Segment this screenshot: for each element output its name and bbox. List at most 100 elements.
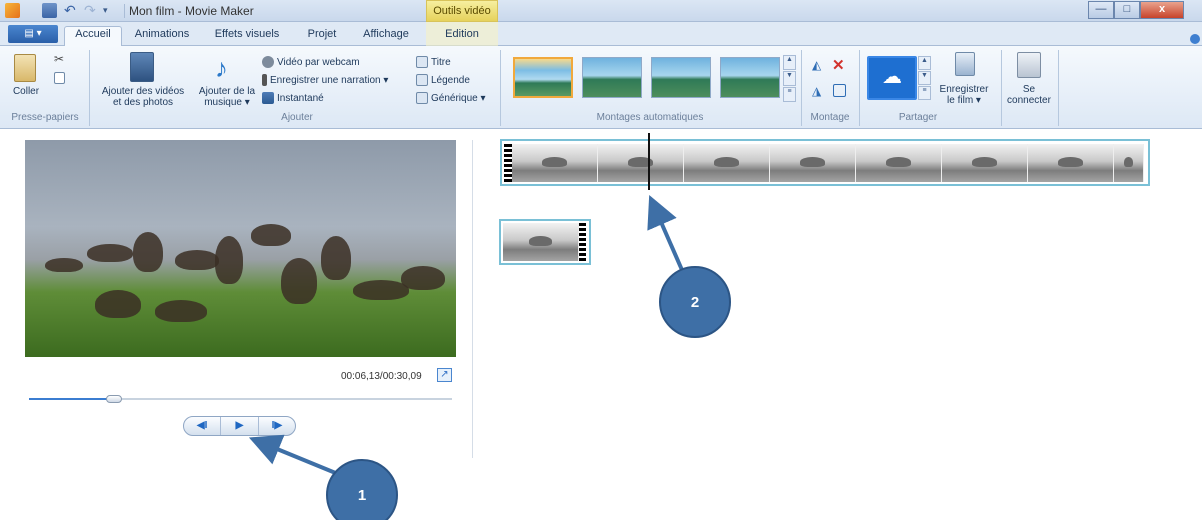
webcam-icon bbox=[262, 56, 274, 68]
maximize-button[interactable]: □ bbox=[1114, 1, 1140, 19]
paste-button[interactable]: Coller bbox=[8, 86, 44, 97]
save-movie-label-line1: Enregistrer bbox=[939, 84, 989, 95]
add-videos-label-line2: et des photos bbox=[112, 97, 174, 108]
play-button[interactable]: ▶ bbox=[221, 417, 259, 435]
pane-divider[interactable] bbox=[472, 140, 473, 458]
save-movie-button[interactable]: Enregistrer le film ▾ bbox=[932, 84, 996, 106]
fullscreen-icon[interactable]: ↗ bbox=[437, 368, 452, 382]
callout-1: 1 bbox=[326, 459, 398, 520]
add-videos-icon[interactable] bbox=[130, 52, 154, 82]
gallery-scroll-down-icon[interactable]: ▼ bbox=[783, 71, 796, 86]
group-separator bbox=[1001, 50, 1002, 126]
storyboard-clip[interactable] bbox=[499, 219, 591, 265]
record-narration-button[interactable]: Enregistrer une narration ▾ bbox=[262, 74, 388, 86]
webcam-video-button[interactable]: Vidéo par webcam bbox=[262, 56, 360, 68]
sign-in-button[interactable]: Se connecter bbox=[1006, 84, 1052, 106]
paste-icon[interactable] bbox=[14, 54, 36, 82]
share-more-icon[interactable]: ≡ bbox=[918, 86, 931, 100]
bird-shape bbox=[133, 232, 163, 272]
credits-button[interactable]: Générique ▾ bbox=[416, 92, 486, 104]
undo-icon[interactable]: ↶ bbox=[64, 3, 79, 18]
storyboard-clip[interactable] bbox=[500, 139, 1150, 186]
clip-frame bbox=[1028, 144, 1114, 182]
next-frame-button[interactable]: I▶ bbox=[259, 417, 295, 435]
tab-effets-visuels[interactable]: Effets visuels bbox=[206, 27, 288, 46]
movie-maker-app-icon[interactable] bbox=[5, 3, 20, 18]
film-sprocket bbox=[504, 144, 512, 182]
add-music-button[interactable]: Ajouter de la musique ▾ bbox=[198, 86, 256, 108]
automovie-theme-4[interactable] bbox=[720, 57, 780, 98]
select-all-icon[interactable] bbox=[833, 84, 846, 97]
save-icon[interactable] bbox=[42, 3, 57, 18]
bird-shape bbox=[175, 250, 219, 270]
playhead[interactable] bbox=[648, 133, 650, 190]
group-separator bbox=[500, 50, 501, 126]
tab-accueil[interactable]: Accueil bbox=[64, 26, 122, 47]
automovie-theme-3[interactable] bbox=[651, 57, 711, 98]
group-label-automovie: Montages automatiques bbox=[596, 112, 704, 123]
clip-frame bbox=[770, 144, 856, 182]
save-movie-label-line2: le film ▾ bbox=[947, 95, 981, 106]
gallery-more-icon[interactable]: ≡ bbox=[783, 87, 796, 102]
bird-shape bbox=[251, 224, 291, 246]
share-scroll-up-icon[interactable]: ▲ bbox=[918, 56, 931, 70]
save-movie-icon[interactable] bbox=[955, 52, 975, 76]
music-note-icon[interactable]: ♪ bbox=[215, 54, 233, 82]
copy-icon[interactable] bbox=[54, 72, 65, 84]
bird-shape bbox=[215, 236, 243, 284]
group-separator bbox=[859, 50, 860, 126]
redo-icon[interactable]: ↷ bbox=[84, 3, 99, 18]
rotate-left-icon[interactable]: ◭ bbox=[812, 58, 826, 72]
minimize-button[interactable]: — bbox=[1088, 1, 1114, 19]
share-scroll-down-icon[interactable]: ▼ bbox=[918, 71, 931, 85]
window-title: Mon film - Movie Maker bbox=[124, 4, 254, 18]
group-label-editing: Montage bbox=[810, 112, 850, 123]
previous-frame-button[interactable]: ◀I bbox=[184, 417, 222, 435]
bird-shape bbox=[95, 290, 141, 318]
tab-affichage[interactable]: Affichage bbox=[354, 27, 418, 46]
movie-maker-window: ↶ ↷ ▾ Mon film - Movie Maker Outils vidé… bbox=[0, 0, 1202, 520]
gallery-scroll-up-icon[interactable]: ▲ bbox=[783, 55, 796, 70]
automovie-theme-1[interactable] bbox=[513, 57, 573, 98]
bird-shape bbox=[281, 258, 317, 304]
remove-icon[interactable]: ✕ bbox=[832, 56, 846, 74]
title-icon bbox=[416, 56, 428, 68]
clip-frame bbox=[512, 144, 598, 182]
seek-slider[interactable] bbox=[29, 398, 452, 400]
timecode: 00:06,13/00:30,09 bbox=[341, 371, 422, 382]
cut-icon[interactable]: ✂ bbox=[54, 52, 66, 66]
caption-label: Légende bbox=[431, 74, 470, 86]
clip-frame bbox=[503, 223, 579, 261]
credits-label: Générique ▾ bbox=[431, 92, 486, 104]
help-icon[interactable] bbox=[1190, 34, 1200, 44]
add-videos-photos-button[interactable]: Ajouter des vidéos et des photos bbox=[94, 86, 192, 108]
microphone-icon bbox=[262, 74, 267, 86]
bird-shape bbox=[401, 266, 445, 290]
rotate-right-icon[interactable]: ◮ bbox=[812, 84, 826, 98]
tab-animations[interactable]: Animations bbox=[128, 27, 196, 46]
automovie-theme-2[interactable] bbox=[582, 57, 642, 98]
narration-label: Enregistrer une narration ▾ bbox=[270, 74, 389, 86]
group-label-add: Ajouter bbox=[281, 112, 313, 123]
bird-shape bbox=[155, 300, 207, 322]
seek-slider-thumb[interactable] bbox=[105, 395, 122, 403]
sign-in-label-line2: connecter bbox=[1007, 95, 1051, 106]
user-sign-in-icon[interactable] bbox=[1017, 52, 1041, 78]
add-music-label-line2: musique ▾ bbox=[204, 97, 250, 108]
bird-shape bbox=[87, 244, 133, 262]
tab-projet[interactable]: Projet bbox=[298, 27, 346, 46]
snapshot-button[interactable]: Instantané bbox=[262, 92, 324, 104]
close-button[interactable]: x bbox=[1140, 1, 1184, 19]
clip-frame bbox=[1114, 144, 1144, 182]
video-preview[interactable] bbox=[25, 140, 456, 357]
quick-access-dropdown-icon[interactable]: ▾ bbox=[103, 3, 118, 18]
add-music-label-line1: Ajouter de la bbox=[198, 86, 256, 97]
tab-edition[interactable]: Edition bbox=[430, 27, 494, 46]
onedrive-cloud-icon[interactable]: ☁ bbox=[867, 56, 917, 100]
title-label: Titre bbox=[431, 56, 451, 68]
caption-button[interactable]: Légende bbox=[416, 74, 470, 86]
file-menu-button[interactable]: ▤ ▾ bbox=[8, 25, 58, 43]
title-button[interactable]: Titre bbox=[416, 56, 451, 68]
clip-frame bbox=[598, 144, 684, 182]
group-separator bbox=[1058, 50, 1059, 126]
